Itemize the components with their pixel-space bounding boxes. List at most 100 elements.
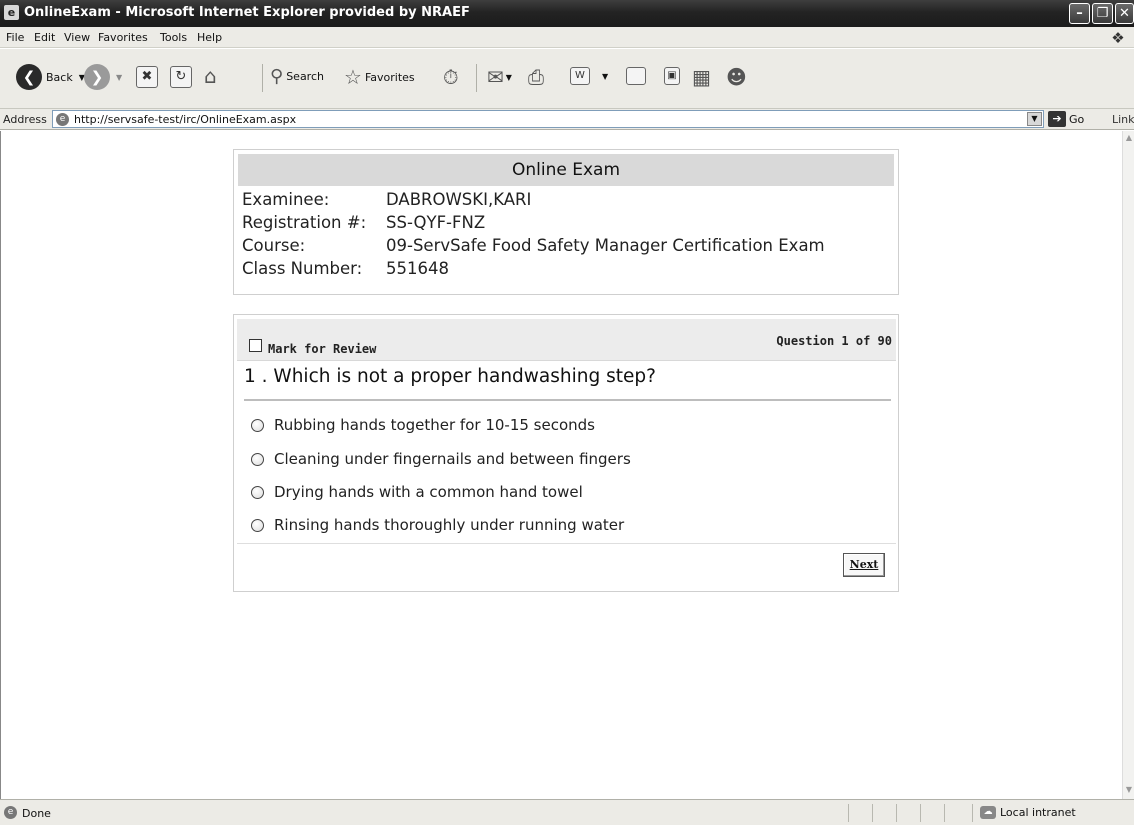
divider [244, 399, 891, 401]
next-button[interactable]: Next [843, 553, 885, 577]
windows-logo-icon: ❖ [1108, 29, 1128, 47]
links-toolbar[interactable]: Link [1112, 113, 1134, 126]
print-button[interactable]: ⎙ [528, 65, 544, 89]
mark-for-review-label[interactable]: Mark for Review [268, 342, 376, 356]
home-icon: ⌂ [204, 64, 217, 88]
address-dropdown-icon[interactable]: ▼ [1027, 112, 1042, 126]
back-arrow-icon: ❮ [16, 64, 42, 90]
toolbar-separator [476, 64, 477, 92]
history-button[interactable]: ⏱ [443, 65, 459, 89]
status-cell [896, 804, 897, 822]
answer-label: Cleaning under fingernails and between f… [274, 450, 631, 468]
status-cell [944, 804, 945, 822]
zone-label: Local intranet [1000, 806, 1076, 819]
security-zone: ☁ Local intranet [980, 806, 1076, 819]
go-button[interactable]: ➔ Go [1048, 111, 1084, 127]
toolbar-separator [262, 64, 263, 92]
refresh-button[interactable]: ↻ [170, 66, 192, 88]
radio-button[interactable] [251, 485, 264, 499]
status-cell [972, 804, 973, 822]
class-number-row: Class Number: 551648 [242, 259, 449, 278]
menu-edit[interactable]: Edit [34, 31, 55, 44]
history-icon: ⏱ [443, 65, 459, 89]
scroll-up-icon[interactable]: ▲ [1124, 133, 1134, 145]
answer-option[interactable]: Cleaning under fingernails and between f… [251, 450, 631, 468]
title-bar: e OnlineExam - Microsoft Internet Explor… [0, 0, 1134, 27]
course-row: Course: 09-ServSafe Food Safety Manager C… [242, 236, 825, 255]
search-label: Search [286, 70, 324, 83]
menu-bar: File Edit View Favorites Tools Help [0, 27, 1134, 48]
status-cell [872, 804, 873, 822]
window-title: OnlineExam - Microsoft Internet Explorer… [24, 5, 470, 20]
restore-button[interactable]: ❐ [1092, 3, 1113, 24]
course-label: Course: [242, 236, 306, 255]
print-icon: ⎙ [528, 65, 544, 89]
exam-info-panel: Online Exam Examinee: DABROWSKI,KARI Regi… [233, 149, 899, 295]
home-button[interactable]: ⌂ [204, 64, 217, 88]
stop-button[interactable]: ✖ [136, 66, 158, 88]
research-icon: ▣ [664, 67, 680, 85]
class-number-label: Class Number: [242, 259, 363, 278]
word-edit-icon: W [570, 67, 590, 85]
close-button[interactable]: ✕ [1115, 3, 1134, 24]
menu-favorites[interactable]: Favorites [98, 31, 148, 44]
course-value: 09-ServSafe Food Safety Manager Certific… [386, 236, 825, 255]
menu-file[interactable]: File [6, 31, 24, 44]
address-input[interactable]: e http://servsafe-test/irc/OnlineExam.as… [52, 110, 1044, 128]
answer-label: Drying hands with a common hand towel [274, 483, 583, 501]
forward-dropdown-icon[interactable]: ▼ [116, 73, 122, 82]
address-url[interactable]: http://servsafe-test/irc/OnlineExam.aspx [74, 113, 296, 126]
registration-value: SS-QYF-FNZ [386, 213, 486, 232]
scroll-down-icon[interactable]: ▼ [1124, 785, 1134, 797]
radio-button[interactable] [251, 518, 264, 532]
favorites-label: Favorites [364, 70, 415, 84]
mark-for-review-checkbox[interactable] [249, 339, 262, 352]
edit-button[interactable]: W ▼ [570, 67, 608, 85]
back-button[interactable]: ❮ Back ▼ [16, 64, 85, 90]
answer-option[interactable]: Rubbing hands together for 10-15 seconds [251, 416, 595, 434]
ie-page-icon: e [56, 113, 69, 126]
mail-icon: ✉ [487, 65, 504, 89]
search-button[interactable]: ⚲ Search [270, 66, 324, 87]
class-number-value: 551648 [386, 259, 449, 278]
stop-icon: ✖ [136, 66, 158, 88]
favorites-button[interactable]: ☆ Favorites [344, 65, 415, 89]
examinee-row: Examinee: DABROWSKI,KARI [242, 190, 531, 209]
question-counter: Question 1 of 90 [776, 334, 892, 348]
star-icon: ☆ [344, 65, 362, 89]
status-text: Done [22, 807, 51, 820]
refresh-icon: ↻ [170, 66, 192, 88]
discuss-button[interactable] [626, 67, 646, 85]
radio-button[interactable] [251, 452, 264, 466]
forward-button[interactable]: ❯ ▼ [84, 64, 122, 90]
answer-option[interactable]: Drying hands with a common hand towel [251, 483, 583, 501]
question-panel: Mark for Review Question 1 of 90 1 . Whi… [233, 314, 899, 592]
menu-tools[interactable]: Tools [160, 31, 187, 44]
mail-dropdown-icon[interactable]: ▼ [506, 73, 512, 82]
vertical-scrollbar[interactable]: ▲ ▼ [1122, 131, 1134, 799]
messenger-icon: ☻ [726, 65, 747, 89]
menu-help[interactable]: Help [197, 31, 222, 44]
answer-label: Rinsing hands thoroughly under running w… [274, 516, 625, 534]
messenger-button[interactable]: ☻ [726, 65, 747, 89]
address-bar: Address e http://servsafe-test/irc/Onlin… [0, 109, 1134, 130]
media-button[interactable]: ▦ [692, 65, 711, 89]
back-label: Back [46, 70, 73, 84]
mail-button[interactable]: ✉ ▼ [487, 65, 512, 89]
menu-view[interactable]: View [64, 31, 90, 44]
examinee-value: DABROWSKI,KARI [386, 190, 532, 209]
minimize-button[interactable]: – [1069, 3, 1090, 24]
answer-option[interactable]: Rinsing hands thoroughly under running w… [251, 516, 624, 534]
local-intranet-icon: ☁ [980, 806, 996, 819]
radio-button[interactable] [251, 418, 264, 432]
ie-page-icon: e [4, 806, 17, 819]
toolbar: ❮ Back ▼ ❯ ▼ ✖ ↻ ⌂ ⚲ Search ☆ Favorites … [0, 49, 1134, 109]
research-button[interactable]: ▣ [664, 67, 680, 85]
edit-dropdown-icon[interactable]: ▼ [602, 72, 608, 81]
ie-page-icon: e [4, 5, 19, 20]
exam-info-header: Online Exam [238, 154, 894, 186]
question-header: Mark for Review Question 1 of 90 [237, 319, 896, 361]
go-label: Go [1069, 112, 1085, 126]
forward-arrow-icon: ❯ [84, 64, 110, 90]
discuss-icon [626, 67, 646, 85]
